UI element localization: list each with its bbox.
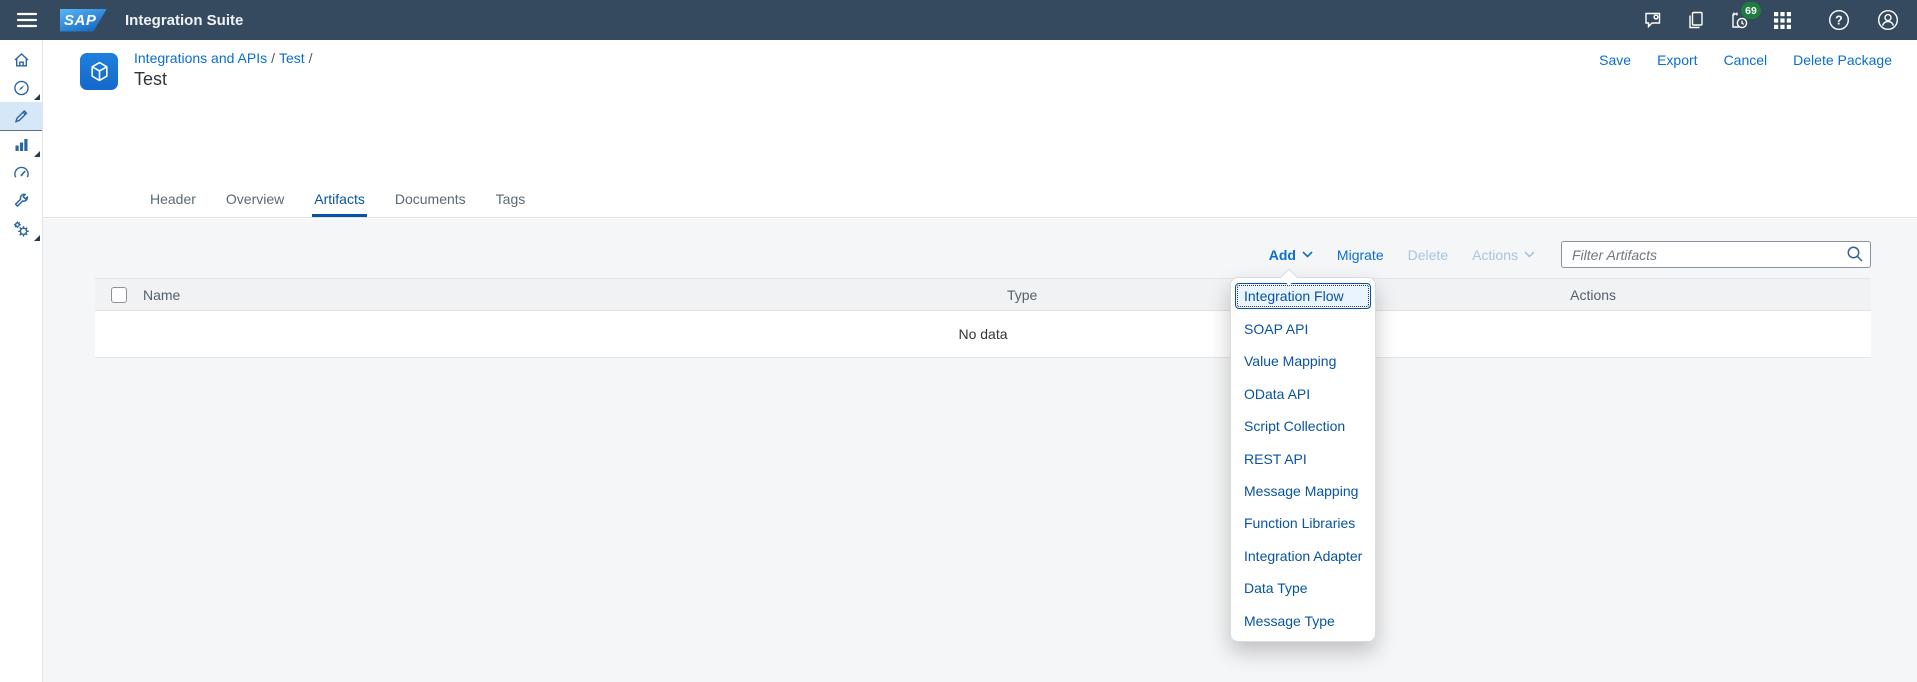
menu-item-message-mapping[interactable]: Message Mapping <box>1231 475 1375 507</box>
sap-logo: SAP <box>60 9 107 32</box>
tab-overview[interactable]: Overview <box>224 183 286 217</box>
content-area: Add Migrate Delete Actions Name Type Act… <box>43 219 1917 682</box>
add-menu-popover: Integration Flow SOAP API Value Mapping … <box>1230 277 1376 642</box>
monitor-chart-icon <box>12 136 31 154</box>
cancel-button[interactable]: Cancel <box>1724 52 1768 68</box>
breadcrumb-link-integrations[interactable]: Integrations and APIs <box>134 50 267 66</box>
no-data-text: No data <box>958 326 1007 342</box>
filter-artifacts-search <box>1561 241 1871 268</box>
select-all-checkbox[interactable] <box>111 287 127 303</box>
help-icon[interactable]: ? <box>1824 5 1854 35</box>
package-icon <box>80 53 118 90</box>
column-header-actions: Actions <box>1315 287 1871 303</box>
svg-text:?: ? <box>1835 14 1843 28</box>
sidebar-item-operate[interactable] <box>0 159 42 187</box>
menu-item-odata-api[interactable]: OData API <box>1231 378 1375 410</box>
menu-item-integration-flow[interactable]: Integration Flow <box>1235 283 1371 309</box>
no-data-row: No data <box>95 311 1871 358</box>
artifacts-toolbar: Add Migrate Delete Actions <box>1269 241 1871 268</box>
artifacts-table: Name Type Actions No data <box>95 278 1871 358</box>
sidebar-item-settings[interactable] <box>0 215 42 243</box>
page-title: Test <box>134 69 167 90</box>
shell-bar: SAP Integration Suite 69 ? <box>0 0 1917 40</box>
whats-new-icon[interactable]: 69 <box>1724 5 1754 35</box>
actions-button[interactable]: Actions <box>1472 247 1535 263</box>
migrate-button[interactable]: Migrate <box>1337 247 1384 263</box>
app-finder-icon[interactable] <box>1767 5 1797 35</box>
menu-item-value-mapping[interactable]: Value Mapping <box>1231 345 1375 377</box>
tab-tags[interactable]: Tags <box>494 183 528 217</box>
search-icon[interactable] <box>1846 245 1864 266</box>
menu-item-script-collection[interactable]: Script Collection <box>1231 410 1375 442</box>
column-header-name: Name <box>143 287 729 303</box>
chevron-down-icon <box>1524 251 1535 258</box>
tab-documents[interactable]: Documents <box>393 183 468 217</box>
breadcrumb-link-test[interactable]: Test <box>279 50 305 66</box>
tab-header[interactable]: Header <box>148 183 198 217</box>
feedback-icon[interactable] <box>1638 5 1668 35</box>
discover-compass-icon <box>12 79 31 97</box>
gauge-icon <box>12 164 31 182</box>
menu-item-function-libraries[interactable]: Function Libraries <box>1231 507 1375 539</box>
tab-strip: Header Overview Artifacts Documents Tags <box>135 183 540 217</box>
menu-item-rest-api[interactable]: REST API <box>1231 443 1375 475</box>
page-header: Integrations and APIs/Test/ Test Save Ex… <box>43 40 1917 218</box>
menu-item-integration-adapter[interactable]: Integration Adapter <box>1231 540 1375 572</box>
sidebar-item-design[interactable] <box>0 102 42 130</box>
menu-item-message-type[interactable]: Message Type <box>1231 605 1375 637</box>
table-header-row: Name Type Actions <box>95 278 1871 311</box>
profile-icon[interactable] <box>1873 5 1903 35</box>
delete-package-button[interactable]: Delete Package <box>1793 52 1892 68</box>
wrench-icon <box>12 192 31 210</box>
sidebar-item-monitor[interactable] <box>0 131 42 159</box>
breadcrumb: Integrations and APIs/Test/ <box>134 50 317 66</box>
column-header-type: Type <box>729 287 1315 303</box>
chevron-down-icon <box>1302 251 1313 258</box>
side-navigation <box>0 40 43 682</box>
sidebar-item-tools[interactable] <box>0 187 42 215</box>
export-button[interactable]: Export <box>1657 52 1697 68</box>
save-button[interactable]: Save <box>1599 52 1631 68</box>
copy-icon[interactable] <box>1681 5 1711 35</box>
gears-icon <box>12 220 31 238</box>
menu-item-data-type[interactable]: Data Type <box>1231 572 1375 604</box>
header-actions: Save Export Cancel Delete Package <box>1599 52 1892 68</box>
product-title: Integration Suite <box>125 12 243 29</box>
tab-artifacts[interactable]: Artifacts <box>312 183 367 217</box>
search-input[interactable] <box>1561 241 1871 268</box>
home-icon <box>12 51 31 69</box>
menu-item-soap-api[interactable]: SOAP API <box>1231 313 1375 345</box>
sidebar-item-discover[interactable] <box>0 74 42 102</box>
add-button[interactable]: Add <box>1269 247 1313 263</box>
sidebar-item-home[interactable] <box>0 46 42 74</box>
menu-icon[interactable] <box>14 7 40 33</box>
delete-button[interactable]: Delete <box>1408 247 1448 263</box>
design-pencil-icon <box>12 107 31 125</box>
notifications-badge: 69 <box>1741 2 1761 19</box>
